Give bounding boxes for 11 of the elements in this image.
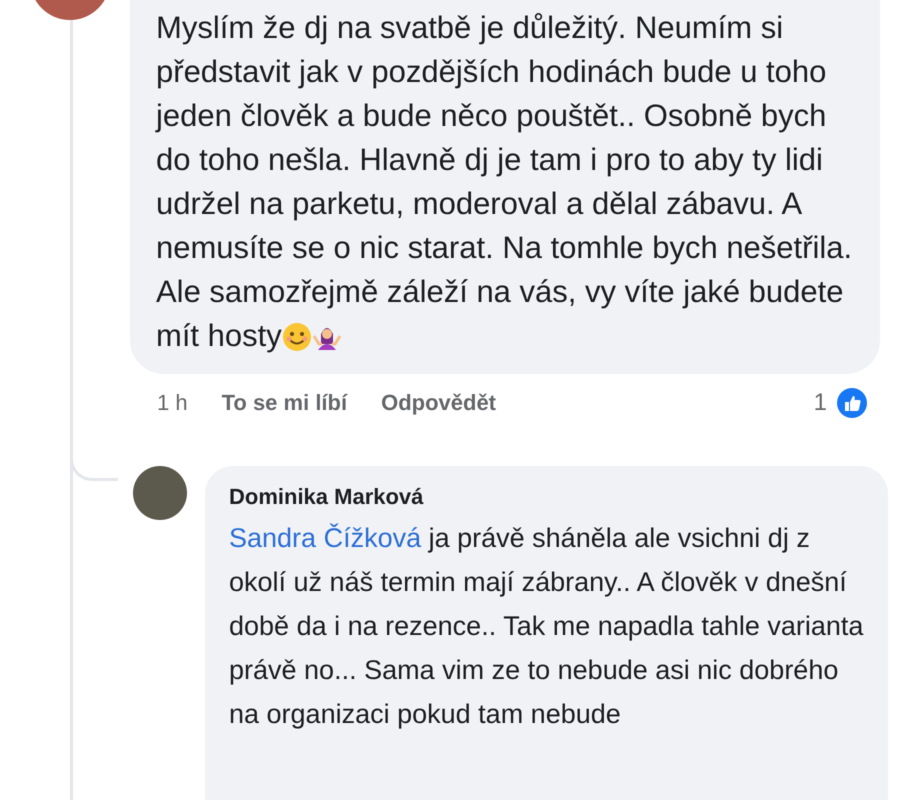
thumbs-up-icon: [837, 388, 867, 418]
reply-text: Sandra Čížková ja právě sháněla ale vsichni dj z okolí už náš termin mají zábrany.. A člověk v dnešní době da i na rezence.. Tak me napadla tahle varianta právě no... Sama vim ze to nebude asi nic dobrého na organizaci pokud tam nebude: [229, 522, 864, 731]
smiling-face-icon: [282, 322, 312, 352]
like-link[interactable]: To se mi líbí: [222, 390, 348, 416]
timestamp: 1 h: [157, 390, 188, 416]
mention-link[interactable]: Sandra Čížková: [229, 523, 422, 553]
comment-text: Myslím že dj na svatbě je důležitý. Neumím si představit jak v pozdějších hodinách bude u toho jeden člověk a bude něco pouštět.. Osobně bych do toho nešla. Hlavně dj je tam i pro to aby ty lidi udržel na parketu, moderoval a dělal zábavu. A nemusíte se o nic starat. Na tomhle bych nešetřila. Ale samozřejmě záleží na vás, vy víte jaké budete mít hosty: [156, 9, 854, 355]
avatar[interactable]: [133, 466, 187, 520]
author-name[interactable]: Dominika Marková: [229, 484, 866, 510]
reaction-count: 1: [814, 389, 827, 417]
reply-link[interactable]: Odpovědět: [381, 390, 496, 416]
